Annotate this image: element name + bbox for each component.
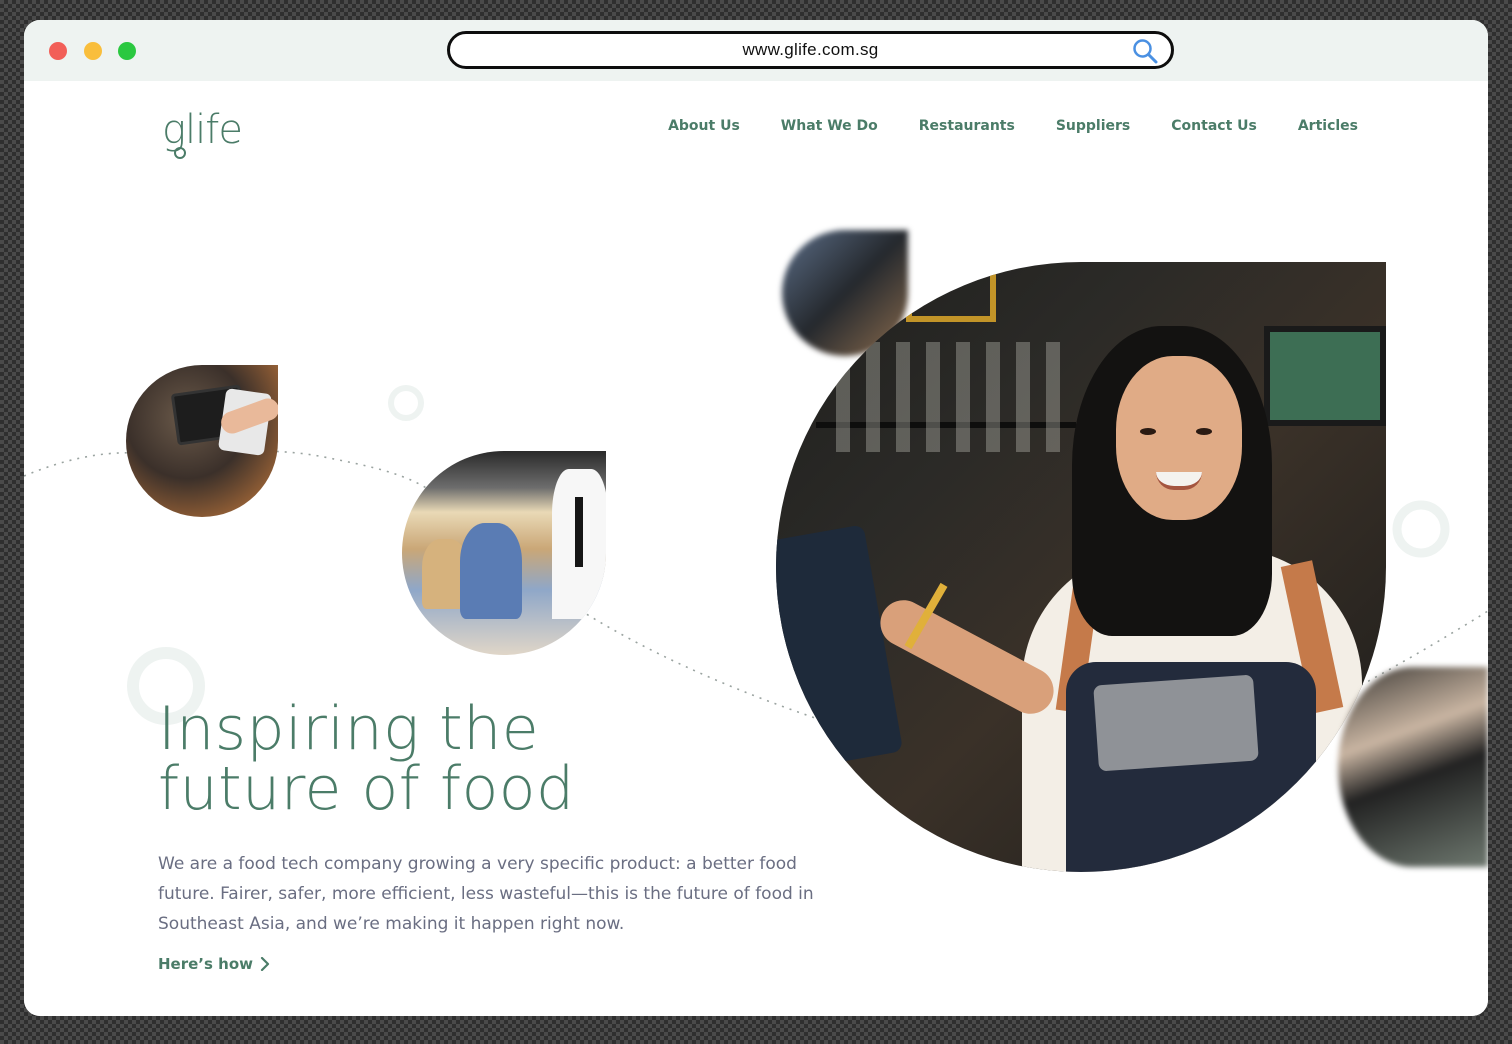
glife-logo[interactable]: glife (162, 107, 252, 159)
nav-what-we-do[interactable]: What We Do (781, 118, 878, 134)
maximize-window-button[interactable] (118, 42, 136, 60)
wall-tv (1264, 326, 1386, 426)
web-page: glife About Us What We Do Restaurants Su… (24, 81, 1488, 1016)
browser-window: www.glife.com.sg glife About Us What We … (24, 20, 1488, 1016)
logo-ring-icon (174, 147, 186, 159)
nav-about-us[interactable]: About Us (668, 118, 740, 134)
diners-photo (402, 451, 606, 655)
logo-wordmark: glife (162, 107, 243, 153)
waiter-tie (575, 497, 583, 567)
minimize-window-button[interactable] (84, 42, 102, 60)
eye-left (1140, 428, 1156, 435)
address-bar[interactable]: www.glife.com.sg (447, 31, 1174, 69)
chevron-right-icon (260, 957, 270, 971)
pos-monitor (776, 524, 904, 770)
nav-articles[interactable]: Articles (1298, 118, 1358, 134)
search-icon[interactable] (1131, 37, 1159, 65)
hero-description: We are a food tech company growing a ver… (158, 854, 814, 934)
hero-title-line2: future of food (158, 754, 575, 824)
heres-how-label: Here’s how (158, 955, 253, 973)
pos-terminal-photo (126, 365, 278, 517)
browser-titlebar: www.glife.com.sg (24, 20, 1488, 81)
blurred-photo-right (1338, 667, 1488, 867)
woman-face (1116, 356, 1242, 520)
ring-small-icon (388, 385, 424, 421)
main-nav: About Us What We Do Restaurants Supplier… (668, 118, 1358, 134)
wall-frame (906, 262, 996, 322)
hero-photo-waitress (776, 262, 1386, 872)
close-window-button[interactable] (49, 42, 67, 60)
nav-suppliers[interactable]: Suppliers (1056, 118, 1130, 134)
diner-man (460, 523, 522, 619)
heres-how-link[interactable]: Here’s how (158, 955, 271, 973)
bottles (836, 342, 1076, 452)
nav-contact-us[interactable]: Contact Us (1171, 118, 1257, 134)
hero-title: Inspiring the future of food (158, 699, 678, 819)
eye-right (1196, 428, 1212, 435)
nav-restaurants[interactable]: Restaurants (919, 118, 1015, 134)
clipboard (1093, 674, 1259, 772)
ring-right-icon (1392, 500, 1450, 558)
address-bar-url[interactable]: www.glife.com.sg (450, 40, 1171, 60)
